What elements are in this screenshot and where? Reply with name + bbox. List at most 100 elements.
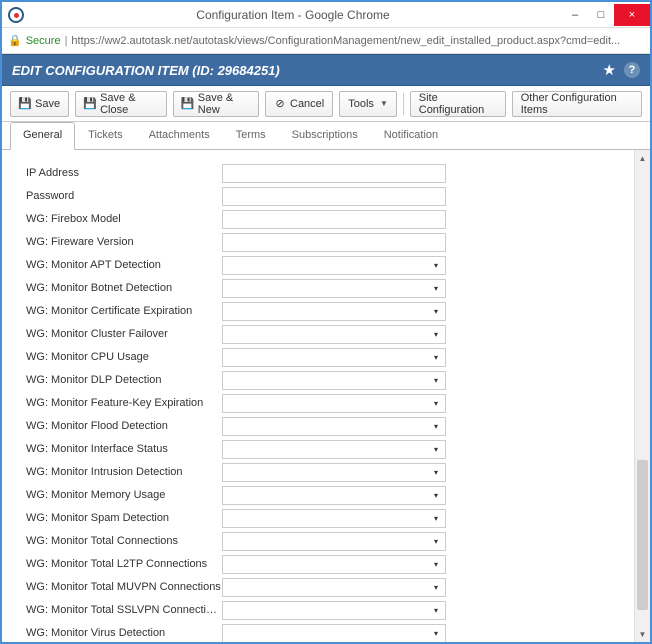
cancel-button[interactable]: ⊘ Cancel <box>265 91 333 117</box>
select-input[interactable]: ▾ <box>222 624 446 643</box>
field-label: WG: Fireware Version <box>26 236 222 248</box>
toolbar-separator <box>403 93 404 115</box>
field-label: WG: Monitor CPU Usage <box>26 351 222 363</box>
close-button[interactable]: × <box>614 4 650 26</box>
chevron-down-icon: ▾ <box>434 606 438 615</box>
field-label: WG: Monitor DLP Detection <box>26 374 222 386</box>
form-row: WG: Monitor Spam Detection ▾ <box>26 507 630 529</box>
url-separator: | <box>65 35 68 47</box>
select-input[interactable]: ▾ <box>222 509 446 528</box>
field-label: WG: Monitor Intrusion Detection <box>26 466 222 478</box>
select-input[interactable]: ▾ <box>222 256 446 275</box>
form-row: WG: Monitor Certificate Expiration▾ <box>26 300 630 322</box>
chevron-down-icon: ▾ <box>434 583 438 592</box>
select-input[interactable]: ▾ <box>222 555 446 574</box>
form-row: WG: Firebox Model <box>26 208 630 230</box>
save-button[interactable]: 💾 Save <box>10 91 69 117</box>
window-titlebar: Configuration Item - Google Chrome – □ × <box>2 2 650 28</box>
tools-label: Tools <box>348 98 374 110</box>
save-icon: 💾 <box>84 98 96 110</box>
select-input[interactable]: ▾ <box>222 463 446 482</box>
select-input[interactable]: ▾ <box>222 279 446 298</box>
text-input[interactable] <box>222 187 446 206</box>
save-new-button[interactable]: 💾 Save & New <box>173 91 259 117</box>
help-icon[interactable]: ? <box>624 62 640 78</box>
chevron-down-icon: ▾ <box>434 399 438 408</box>
chevron-down-icon: ▾ <box>434 491 438 500</box>
field-label: WG: Monitor Virus Detection <box>26 627 222 639</box>
form-row: WG: Monitor Flood Detection▾ <box>26 415 630 437</box>
field-label: WG: Monitor Total Connections <box>26 535 222 547</box>
star-icon[interactable]: ★ <box>603 61 616 79</box>
form-row: WG: Monitor DLP Detection▾ <box>26 369 630 391</box>
text-input[interactable] <box>222 164 446 183</box>
field-label: WG: Monitor Flood Detection <box>26 420 222 432</box>
outer-scrollbar[interactable]: ▲ ▼ <box>634 150 650 642</box>
chevron-down-icon: ▼ <box>380 99 388 108</box>
select-input[interactable]: ▾ <box>222 440 446 459</box>
window-title: Configuration Item - Google Chrome <box>24 8 562 22</box>
maximize-button[interactable]: □ <box>588 4 614 26</box>
text-input[interactable] <box>222 210 446 229</box>
chevron-down-icon: ▾ <box>434 514 438 523</box>
text-input[interactable] <box>222 233 446 252</box>
window-controls: – □ × <box>562 4 650 26</box>
field-label: IP Address <box>26 167 222 179</box>
tab-subscriptions[interactable]: Subscriptions <box>279 122 371 149</box>
tab-tickets[interactable]: Tickets <box>75 122 135 149</box>
select-input[interactable]: ▾ <box>222 325 446 344</box>
chevron-down-icon: ▾ <box>434 537 438 546</box>
chevron-down-icon: ▾ <box>434 261 438 270</box>
select-input[interactable]: ▾ <box>222 601 446 620</box>
select-input[interactable]: ▾ <box>222 486 446 505</box>
chevron-down-icon: ▾ <box>434 307 438 316</box>
form-row: WG: Monitor Total L2TP Connections▾ <box>26 553 630 575</box>
field-label: WG: Monitor Memory Usage <box>26 489 222 501</box>
scroll-down-icon[interactable]: ▼ <box>635 626 650 642</box>
select-input[interactable]: ▾ <box>222 417 446 436</box>
other-config-label: Other Configuration Items <box>521 92 633 116</box>
field-label: WG: Monitor Spam Detection <box>26 512 222 524</box>
site-config-label: Site Configuration <box>419 92 497 116</box>
chevron-down-icon: ▾ <box>434 330 438 339</box>
chevron-down-icon: ▾ <box>434 284 438 293</box>
field-label: WG: Monitor Total L2TP Connections <box>26 558 222 570</box>
field-label: Password <box>26 190 222 202</box>
page-header: EDIT CONFIGURATION ITEM (ID: 29684251) ★… <box>2 54 650 86</box>
form-row: WG: Monitor Total MUVPN Connections▾ <box>26 576 630 598</box>
form-area[interactable]: IP Address Password WG: Firebox Model WG: F… <box>2 150 634 642</box>
content-wrap: IP Address Password WG: Firebox Model WG: F… <box>2 150 650 642</box>
lock-icon: 🔒 <box>8 34 22 47</box>
select-input[interactable]: ▾ <box>222 578 446 597</box>
save-close-label: Save & Close <box>100 92 158 116</box>
field-label: WG: Monitor Total SSLVPN Connections <box>26 604 222 616</box>
cancel-label: Cancel <box>290 98 324 110</box>
form-row: WG: Monitor Total Connections ▾ <box>26 530 630 552</box>
select-input[interactable]: ▾ <box>222 371 446 390</box>
tab-general[interactable]: General <box>10 122 75 150</box>
save-close-button[interactable]: 💾 Save & Close <box>75 91 167 117</box>
form-row: WG: Monitor Interface Status▾ <box>26 438 630 460</box>
other-configuration-items-button[interactable]: Other Configuration Items <box>512 91 642 117</box>
scroll-thumb[interactable] <box>637 460 648 610</box>
minimize-button[interactable]: – <box>562 4 588 26</box>
field-label: WG: Monitor Interface Status <box>26 443 222 455</box>
select-input[interactable]: ▾ <box>222 394 446 413</box>
page-title: EDIT CONFIGURATION ITEM (ID: 29684251) <box>12 63 280 78</box>
url-text[interactable]: https://ww2.autotask.net/autotask/views/… <box>71 35 644 47</box>
form-row: WG: Monitor CPU Usage▾ <box>26 346 630 368</box>
scroll-up-icon[interactable]: ▲ <box>635 150 650 166</box>
tab-notification[interactable]: Notification <box>371 122 451 149</box>
tab-attachments[interactable]: Attachments <box>136 122 223 149</box>
select-input[interactable]: ▾ <box>222 348 446 367</box>
tab-terms[interactable]: Terms <box>223 122 279 149</box>
tools-button[interactable]: Tools ▼ <box>339 91 397 117</box>
form-row: WG: Monitor Botnet Detection▾ <box>26 277 630 299</box>
field-label: WG: Monitor Feature-Key Expiration <box>26 397 222 409</box>
form-row: WG: Monitor Feature-Key Expiration ▾ <box>26 392 630 414</box>
site-configuration-button[interactable]: Site Configuration <box>410 91 506 117</box>
select-input[interactable]: ▾ <box>222 532 446 551</box>
form-row: WG: Monitor APT Detection▾ <box>26 254 630 276</box>
form-row: WG: Fireware Version <box>26 231 630 253</box>
select-input[interactable]: ▾ <box>222 302 446 321</box>
